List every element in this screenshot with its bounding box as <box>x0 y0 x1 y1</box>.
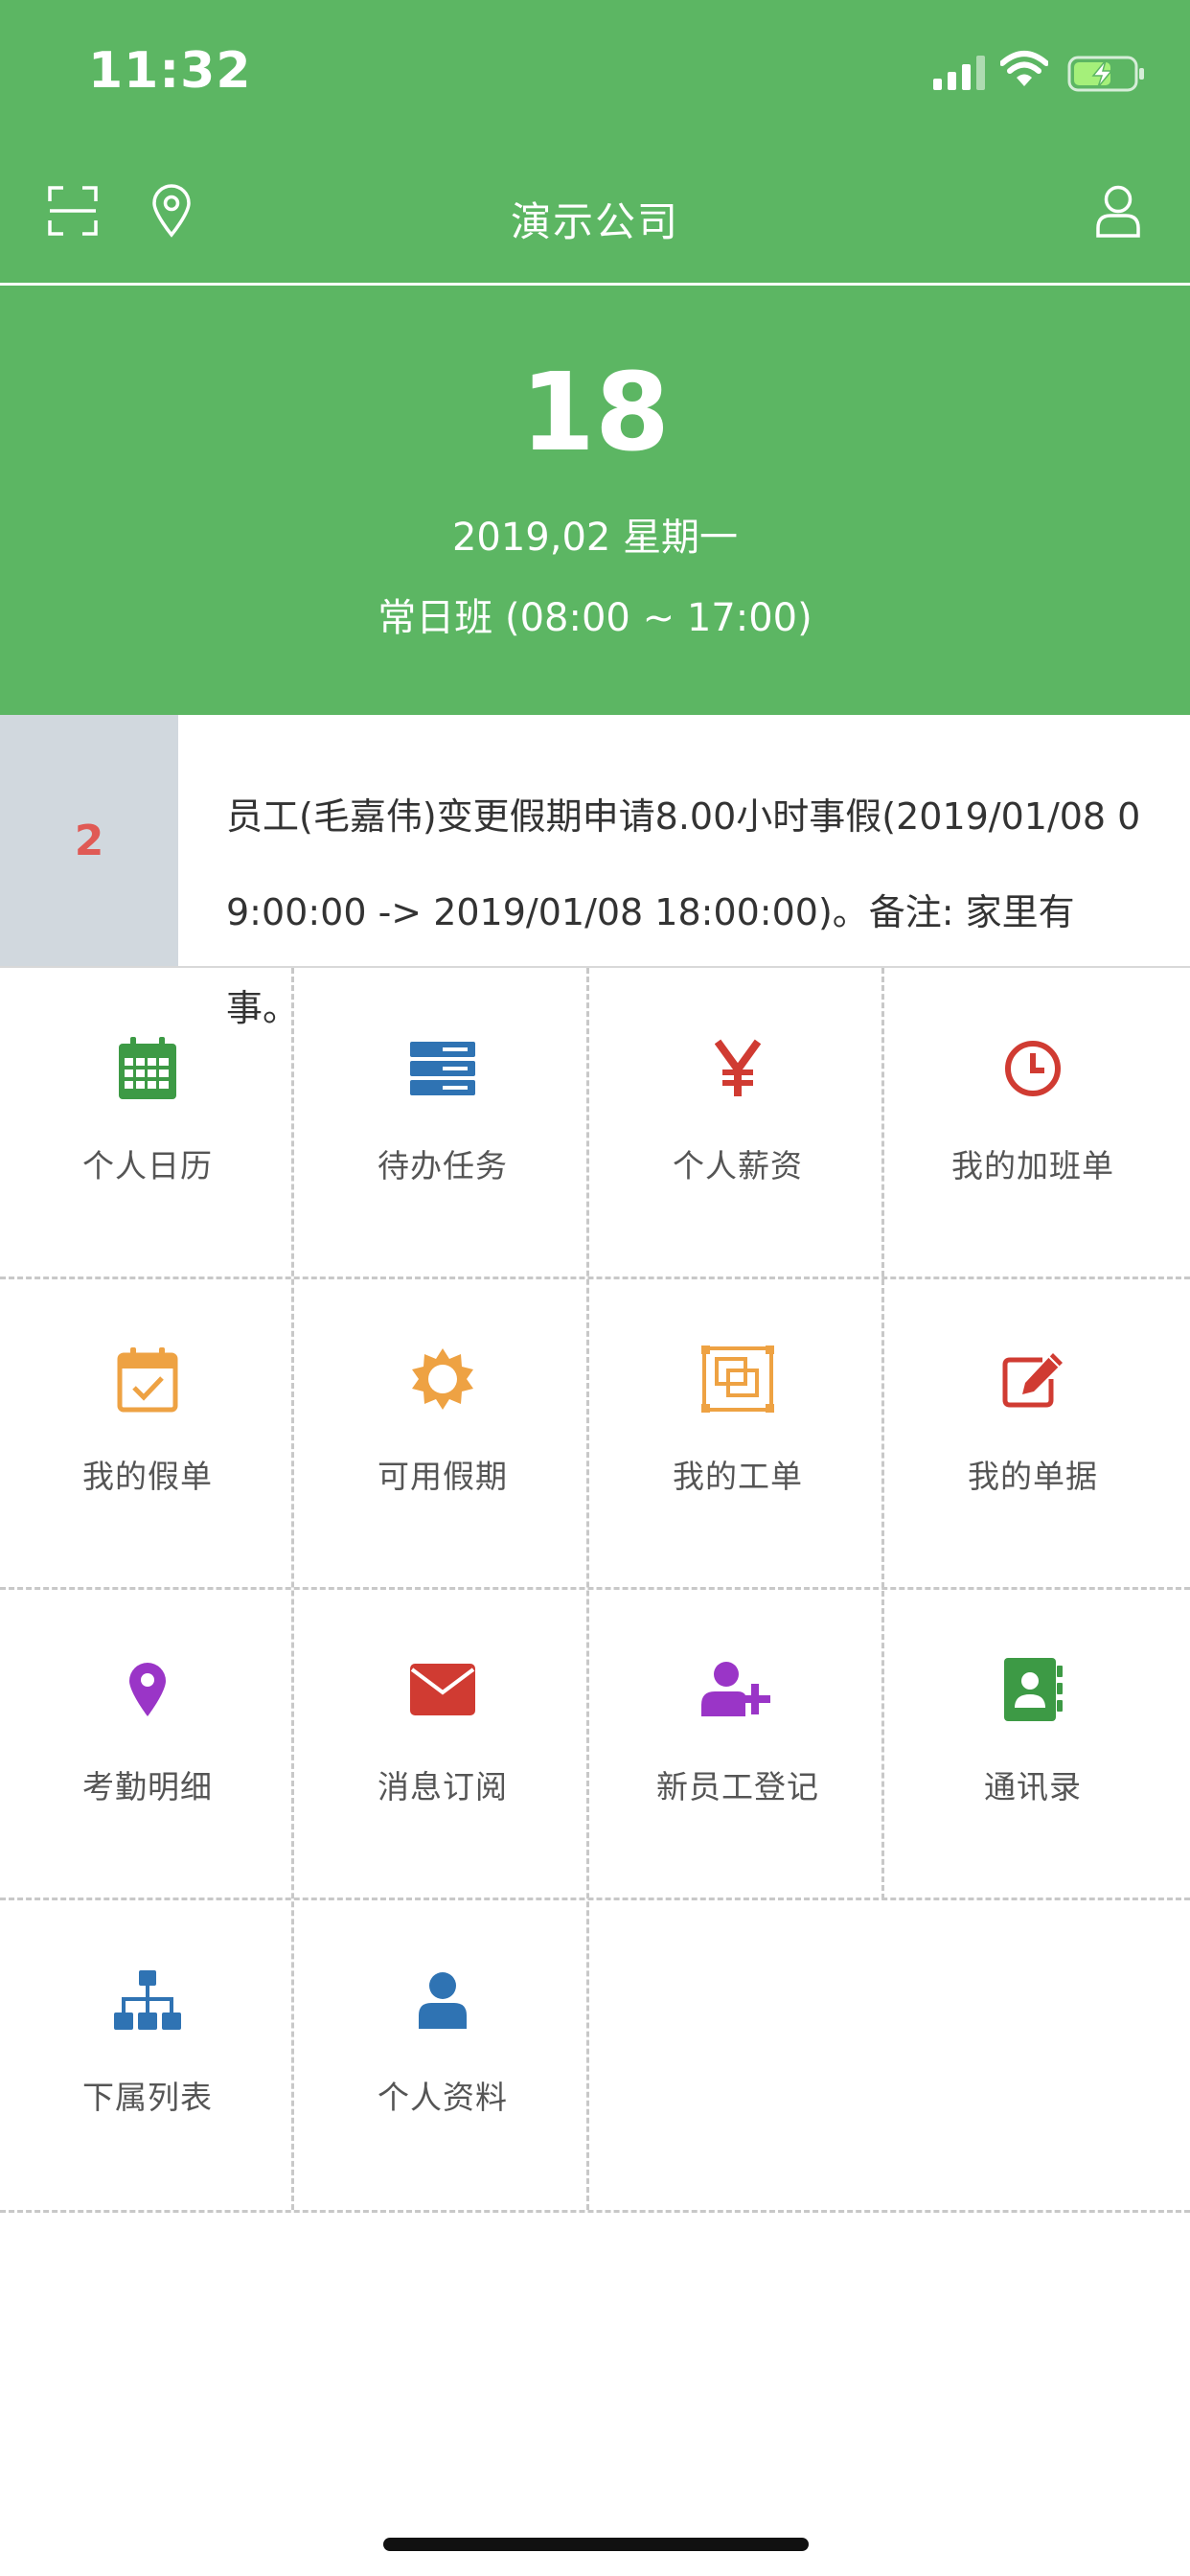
envelope-icon <box>410 1664 475 1715</box>
notice-count-badge: 2 <box>0 715 178 966</box>
sun-icon <box>412 1348 473 1410</box>
menu-my-work-orders[interactable]: 我的工单 <box>590 1278 885 1589</box>
date-weekday: 2019,02 星期一 <box>451 516 739 560</box>
feature-grid: 个人日历 待办任务 个人薪资 我的加班单 我的假单 可用假期 我的工单 我的单据… <box>0 968 1190 2214</box>
battery-charging-icon <box>1067 56 1144 92</box>
server-icon <box>410 1042 475 1095</box>
status-bar: 11:32 <box>0 0 1190 144</box>
profile-icon[interactable] <box>1096 184 1140 238</box>
user-plus-icon <box>701 1662 770 1716</box>
calendar-check-icon <box>117 1347 178 1413</box>
company-title: 演示公司 <box>510 198 679 245</box>
status-time: 11:32 <box>88 42 252 100</box>
clone-icon <box>701 1346 774 1413</box>
menu-subordinate-list[interactable]: 下属列表 <box>0 1899 295 2210</box>
yen-icon <box>715 1039 761 1096</box>
menu-message-subscription[interactable]: 消息订阅 <box>295 1589 590 1899</box>
grid-divider <box>0 2210 1190 2213</box>
clock-icon <box>1005 1041 1061 1096</box>
header-area: 11:32 演示公司 18 2019,02 星期一 常日班 (08:00 ~ 1… <box>0 0 1190 715</box>
menu-personal-calendar[interactable]: 个人日历 <box>0 968 295 1278</box>
menu-my-documents[interactable]: 我的单据 <box>885 1278 1180 1589</box>
menu-contacts[interactable]: 通讯录 <box>885 1589 1180 1899</box>
menu-attendance-details[interactable]: 考勤明细 <box>0 1589 295 1899</box>
address-book-icon <box>1004 1658 1063 1721</box>
nav-bar: 演示公司 <box>0 163 1190 284</box>
home-indicator <box>383 2538 809 2551</box>
calendar-icon <box>119 1037 176 1099</box>
menu-my-overtime[interactable]: 我的加班单 <box>885 968 1180 1278</box>
menu-new-employee-registration[interactable]: 新员工登记 <box>590 1589 885 1899</box>
wifi-icon <box>1000 51 1048 86</box>
menu-my-leave[interactable]: 我的假单 <box>0 1278 295 1589</box>
user-icon <box>419 1972 467 2029</box>
menu-todo-tasks[interactable]: 待办任务 <box>295 968 590 1278</box>
notice-panel[interactable]: 2 员工(毛嘉伟)变更假期申请8.00小时事假(2019/01/08 09:00… <box>0 715 1190 1029</box>
map-pin-icon <box>129 1663 166 1716</box>
cellular-signal-icon <box>933 56 985 90</box>
menu-personal-profile[interactable]: 个人资料 <box>295 1899 590 2210</box>
shift-info: 常日班 (08:00 ~ 17:00) <box>378 596 812 640</box>
menu-available-leave[interactable]: 可用假期 <box>295 1278 590 1589</box>
edit-icon <box>1002 1353 1063 1408</box>
sitemap-icon <box>114 1970 181 2030</box>
header-divider <box>0 283 1190 286</box>
current-day: 18 <box>520 351 670 475</box>
menu-personal-salary[interactable]: 个人薪资 <box>590 968 885 1278</box>
